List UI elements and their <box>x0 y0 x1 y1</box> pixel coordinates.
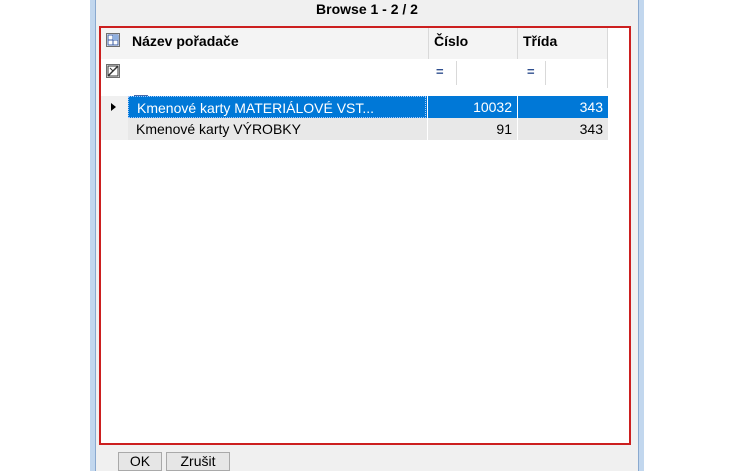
filter-divider <box>607 59 608 88</box>
cell-cislo[interactable]: 10032 <box>428 96 516 118</box>
table-row[interactable]: Kmenové karty MATERIÁLOVÉ VST... 10032 3… <box>128 96 608 118</box>
cell-nazev[interactable]: Kmenové karty VÝROBKY <box>128 118 426 140</box>
row-indicator[interactable] <box>101 96 128 118</box>
filter-divider <box>456 61 457 85</box>
cell-trida[interactable]: 343 <box>518 96 607 118</box>
column-divider[interactable] <box>607 28 608 59</box>
browse-title: Browse 1 - 2 / 2 <box>316 1 418 17</box>
current-row-arrow-icon <box>111 103 116 111</box>
column-divider[interactable] <box>428 28 429 59</box>
column-header-nazev[interactable]: Název pořadače <box>132 33 239 49</box>
filter-cislo-equals[interactable]: = <box>436 64 444 79</box>
column-header-trida[interactable]: Třída <box>523 33 557 49</box>
cell-cislo[interactable]: 91 <box>428 118 516 140</box>
ok-button[interactable]: OK <box>118 452 162 471</box>
column-setup-icon[interactable] <box>106 33 120 47</box>
window-frame-right <box>638 0 644 471</box>
clear-filter-icon[interactable] <box>106 64 120 78</box>
column-header-cislo[interactable]: Číslo <box>434 33 468 49</box>
column-divider[interactable] <box>517 28 518 59</box>
row-indicator[interactable] <box>101 118 128 140</box>
table-row[interactable]: Kmenové karty VÝROBKY 91 343 <box>128 118 608 140</box>
cell-trida[interactable]: 343 <box>518 118 607 140</box>
filter-divider <box>545 61 546 85</box>
grid-header: Název pořadače Číslo Třída <box>101 28 608 59</box>
filter-trida-equals[interactable]: = <box>527 64 535 79</box>
grid-filter-row: A = = <box>101 59 608 110</box>
cell-nazev[interactable]: Kmenové karty MATERIÁLOVÉ VST... <box>128 96 426 118</box>
browse-panel: Browse 1 - 2 / 2 Název pořadače Číslo Tř… <box>96 0 638 471</box>
cancel-button[interactable]: Zrušit <box>166 452 230 471</box>
browse-grid[interactable]: Název pořadače Číslo Třída A = = Kmenové… <box>99 26 631 445</box>
